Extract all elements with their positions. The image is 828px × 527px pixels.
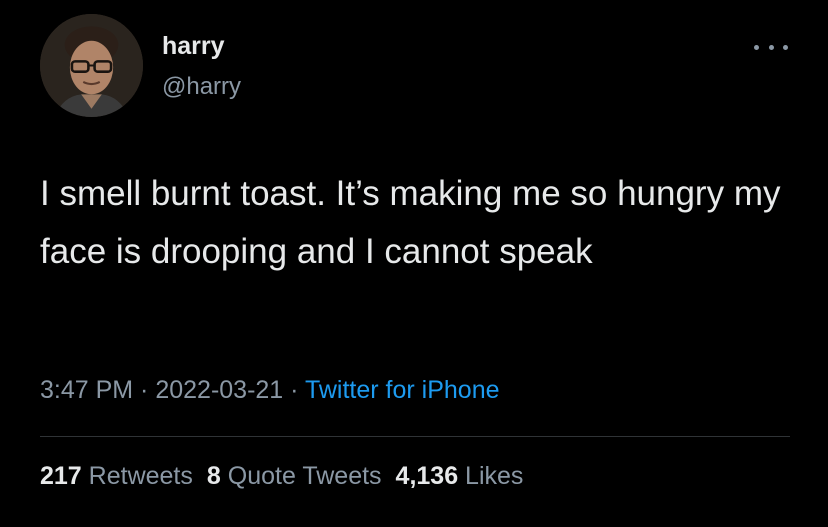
avatar-photo: [40, 14, 143, 117]
more-dot: [768, 44, 774, 50]
tweet-text: I smell burnt toast. It’s making me so h…: [40, 174, 791, 271]
author-handle[interactable]: @harry: [162, 75, 241, 99]
tweet-time[interactable]: 3:47 PM: [40, 376, 133, 404]
tweet-meta: 3:47 PM · 2022-03-21 · Twitter for iPhon…: [40, 378, 500, 403]
tweet-date[interactable]: 2022-03-21: [155, 376, 283, 404]
more-horizontal-icon[interactable]: [754, 40, 788, 54]
likes-stat[interactable]: 4,136 Likes: [396, 462, 524, 490]
divider: [40, 436, 790, 437]
quote-tweets-stat[interactable]: 8 Quote Tweets: [207, 462, 382, 490]
likes-count: 4,136: [395, 462, 459, 490]
avatar[interactable]: [40, 14, 143, 117]
more-dot: [754, 44, 759, 50]
retweets-label: Retweets: [81, 462, 193, 490]
likes-label: Likes: [458, 462, 524, 490]
tweet-stats: 217 Retweets 8 Quote Tweets 4,136 Likes: [40, 464, 523, 489]
tweet-card: harry @harry I smell burnt toast. It’s m…: [0, 0, 828, 527]
meta-separator: ·: [133, 376, 156, 404]
author-name[interactable]: harry: [162, 34, 225, 59]
quote-tweets-label: Quote Tweets: [220, 462, 382, 490]
quote-tweets-count: 8: [206, 462, 221, 490]
tweet-source[interactable]: Twitter for iPhone: [305, 376, 500, 404]
retweets-stat[interactable]: 217 Retweets: [40, 462, 193, 490]
meta-separator: ·: [283, 376, 305, 404]
more-dot: [783, 44, 788, 50]
retweets-count: 217: [40, 462, 82, 490]
